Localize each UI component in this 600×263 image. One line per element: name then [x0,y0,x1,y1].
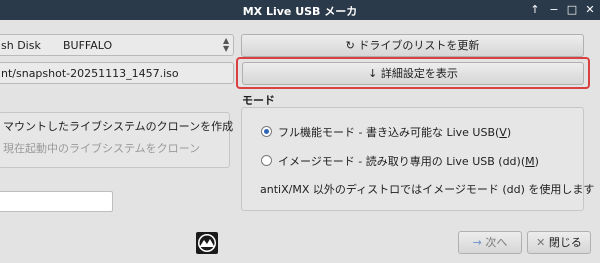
window-title: MX Live USB メーカ [242,5,358,18]
refresh-drives-label: ドライブのリストを更新 [358,39,480,52]
device-label: sh Disk [1,39,41,52]
advanced-options-label: 詳細設定を表示 [380,67,458,80]
clone-options-box: マウントしたライブシステムのクローンを作成 現在起動中のライブシステムをクローン [0,112,233,168]
mx-logo-icon [196,232,218,254]
mode-heading: モード [242,94,275,107]
device-vendor: BUFFALO [63,39,113,52]
clone-option-label[interactable]: マウントしたライブシステムのクローンを作成 [3,118,233,134]
mode-group: フル機能モード - 書き込み可能な Live USB(V) イメージモード - … [241,107,594,211]
arrow-down-icon: ↓ [368,67,378,80]
source-path-text: nt/snapshot-20251113_1457.iso [1,67,179,80]
full-mode-radio[interactable] [261,126,272,137]
close-window-button[interactable]: ✕ [582,2,598,18]
close-label: 閉じる [548,236,582,249]
mode-note: antiX/MX 以外のディストロではイメージモード (dd) を使用します [260,183,595,196]
next-arrow-icon: → [472,236,482,249]
refresh-icon: ↻ [345,39,355,52]
refresh-drives-button[interactable]: ↻ ドライブのリストを更新 [241,34,584,57]
title-bar: MX Live USB メーカ ↑ − □ ✕ [0,0,600,20]
image-mode-label[interactable]: イメージモード - 読み取り専用の Live USB (dd)(M) [278,153,539,169]
advanced-options-button[interactable]: ↓ 詳細設定を表示 [242,62,584,85]
full-mode-label[interactable]: フル機能モード - 書き込み可能な Live USB(V) [278,124,511,140]
text-input[interactable] [0,191,113,212]
close-icon: ✕ [536,236,546,249]
device-select[interactable]: sh Disk BUFFALO ▲ ▼ [0,34,234,56]
maximize-button[interactable]: □ [564,2,580,18]
clone-suboption-label: 現在起動中のライブシステムをクローン [3,142,201,155]
source-path-field[interactable]: nt/snapshot-20251113_1457.iso [0,62,234,84]
spin-arrows-icon: ▲ ▼ [223,36,230,53]
minimize-button[interactable]: − [546,2,562,18]
keep-above-button[interactable]: ↑ [527,2,543,18]
next-button[interactable]: → 次へ [458,231,522,254]
image-mode-radio[interactable] [261,155,272,166]
close-button[interactable]: ✕ 閉じる [527,231,591,254]
next-label: 次へ [485,236,508,249]
